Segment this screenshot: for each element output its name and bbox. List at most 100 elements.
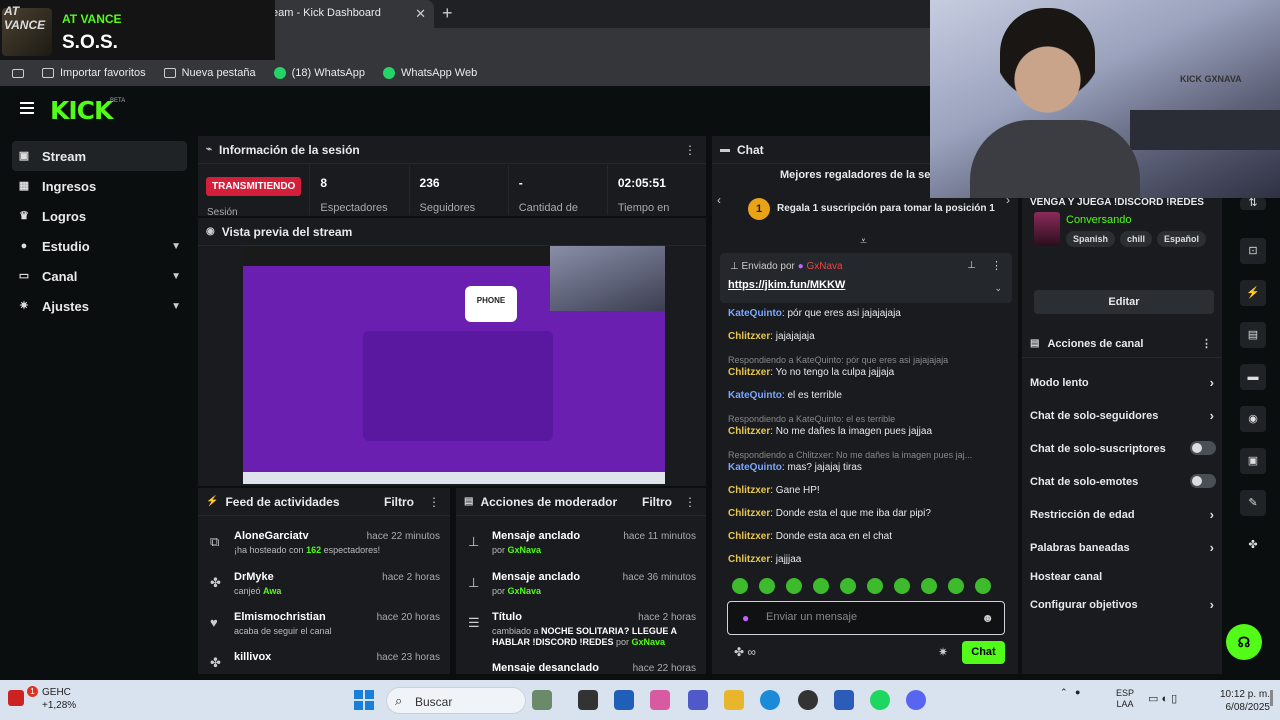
bookmark-whatsapp-web[interactable]: WhatsApp Web — [382, 67, 477, 79]
clock[interactable]: 10:12 p. m. 6/08/2025 — [1210, 688, 1270, 714]
browser-tab[interactable]: eam - Kick Dashboard ✕ — [262, 0, 434, 28]
chat-username[interactable]: Chlitzxer — [728, 531, 770, 542]
mod-filter-button[interactable]: Filtro — [642, 495, 672, 509]
chat-username[interactable]: KateQuinto — [728, 462, 782, 473]
emote-icon[interactable] — [948, 578, 964, 594]
stream-category[interactable]: Conversando — [1066, 214, 1131, 226]
more-options-icon[interactable]: ⋮ — [684, 495, 696, 509]
toggle-switch[interactable] — [1190, 441, 1216, 455]
start-button[interactable] — [354, 690, 374, 710]
chevron-down-icon[interactable]: ⌄ — [994, 283, 1002, 294]
wrench-icon[interactable]: ✎ — [1240, 490, 1266, 516]
chat-settings-icon[interactable]: ✷ — [938, 645, 948, 659]
taskbar-search[interactable]: ⌕ Buscar — [386, 687, 526, 714]
spotify-icon[interactable] — [870, 690, 890, 710]
teams-icon[interactable] — [688, 690, 708, 710]
channel-action-6[interactable]: Hostear canal — [1030, 571, 1218, 583]
reply-reference[interactable]: Respondiendo a KateQuinto: el es terribl… — [728, 413, 1010, 425]
emote-icon[interactable] — [759, 578, 775, 594]
show-desktop[interactable] — [1270, 690, 1273, 706]
send-chat-button[interactable]: Chat — [962, 641, 1005, 664]
support-button[interactable]: ☊ — [1226, 624, 1262, 660]
emote-icon[interactable] — [813, 578, 829, 594]
sidebar-item-estudio[interactable]: ● Estudio ▼ — [12, 231, 187, 261]
task-view-icon[interactable] — [578, 690, 598, 710]
toggle-switch[interactable] — [1190, 474, 1216, 488]
system-tray[interactable]: ⌃ ● — [1060, 686, 1080, 698]
channel-action-3[interactable]: Chat de solo-emotes — [1030, 474, 1218, 488]
channel-action-0[interactable]: Modo lento › — [1030, 375, 1218, 390]
sidebar-item-stream[interactable]: ▣ Stream — [12, 141, 187, 171]
channel-action-5[interactable]: Palabras baneadas › — [1030, 540, 1218, 555]
edge-icon[interactable] — [760, 690, 780, 710]
discord-icon[interactable] — [906, 690, 926, 710]
file-explorer-icon[interactable] — [724, 690, 744, 710]
new-tab-icon[interactable]: + — [442, 3, 453, 24]
stock-widget[interactable]: GEHC +1,28% — [42, 686, 76, 712]
chevron-left-icon[interactable]: ‹ — [717, 193, 721, 207]
edit-stream-button[interactable]: Editar — [1034, 290, 1214, 314]
bookmark-whatsapp-18[interactable]: (18) WhatsApp — [273, 67, 365, 79]
sidebar-item-canal[interactable]: ▭ Canal ▼ — [12, 261, 187, 291]
chat-input[interactable] — [766, 611, 966, 623]
broadcast-icon[interactable]: ◉ — [1240, 406, 1266, 432]
sidebar-item-ajustes[interactable]: ✷ Ajustes ▼ — [12, 291, 187, 321]
more-options-icon[interactable]: ⋮ — [684, 143, 696, 157]
emote-icon[interactable] — [894, 578, 910, 594]
close-tab-icon[interactable]: ✕ — [415, 6, 426, 22]
more-options-icon[interactable]: ⋮ — [428, 495, 440, 509]
kick-logo[interactable]: KICK — [50, 96, 113, 125]
chat-username[interactable]: Chlitzxer — [728, 331, 770, 342]
chat-username[interactable]: KateQuinto — [728, 308, 782, 319]
widget-icon[interactable]: ⇅ — [1240, 198, 1266, 210]
feed-filter-button[interactable]: Filtro — [384, 495, 414, 509]
points-icon[interactable]: ✤ — [1240, 532, 1266, 558]
store-icon[interactable] — [614, 690, 634, 710]
pin-icon[interactable]: ⊥ — [967, 260, 976, 271]
emote-icon[interactable] — [921, 578, 937, 594]
obs-icon[interactable] — [798, 690, 818, 710]
copilot-icon[interactable] — [650, 690, 670, 710]
network-volume-battery-icons[interactable]: ▭ ◐ ▯ — [1148, 692, 1177, 705]
collapse-icon[interactable]: ⩡ — [860, 234, 867, 249]
chat-username[interactable]: Chlitzxer — [728, 426, 770, 437]
stream-preview-video[interactable]: PHONE — [243, 246, 665, 484]
sidebar-item-logros[interactable]: ♛ Logros — [12, 201, 187, 231]
video-icon[interactable]: ▣ — [1240, 448, 1266, 474]
reply-reference[interactable]: Respondiendo a KateQuinto: pór que eres … — [728, 354, 1010, 366]
bolt-icon[interactable]: ⚡ — [1240, 280, 1266, 306]
list-icon[interactable]: ▤ — [1240, 322, 1266, 348]
app-icon[interactable] — [834, 690, 854, 710]
bookmark-new-tab[interactable]: Nueva pestaña — [163, 67, 256, 79]
emoji-icon[interactable]: ☻ — [981, 611, 994, 625]
pinned-link[interactable]: https://jkim.fun/MKKW — [728, 279, 845, 291]
reply-reference[interactable]: Respondiendo a Chlitzxer: No me dañes la… — [728, 449, 1010, 461]
channel-points-icon[interactable]: ✤ ∞ — [734, 645, 756, 659]
emote-icon[interactable] — [840, 578, 856, 594]
more-options-icon[interactable]: ⋮ — [1201, 337, 1212, 350]
bookmark-import[interactable]: Importar favoritos — [42, 67, 146, 79]
emote-icon[interactable] — [732, 578, 748, 594]
channel-action-4[interactable]: Restricción de edad › — [1030, 507, 1218, 522]
chat-username[interactable]: KateQuinto — [728, 390, 782, 401]
chat-username[interactable]: Chlitzxer — [728, 485, 770, 496]
mic-icon[interactable]: ● — [742, 611, 749, 625]
channel-action-2[interactable]: Chat de solo-suscriptores — [1030, 441, 1218, 455]
channel-action-7[interactable]: Configurar objetivos › — [1030, 597, 1218, 612]
emote-icon[interactable] — [975, 578, 991, 594]
gift-cta[interactable]: Regala 1 suscripción para tomar la posic… — [777, 203, 995, 214]
chat-username[interactable]: Chlitzxer — [728, 367, 770, 378]
language-indicator[interactable]: ESP LAA — [1116, 688, 1134, 710]
sidebar-item-ingresos[interactable]: ▦ Ingresos — [12, 171, 187, 201]
emote-icon[interactable] — [786, 578, 802, 594]
scan-icon[interactable]: ⊡ — [1240, 238, 1266, 264]
channel-action-1[interactable]: Chat de solo-seguidores › — [1030, 408, 1218, 423]
widgets-icon[interactable] — [532, 690, 552, 710]
more-options-icon[interactable]: ⋮ — [991, 259, 1002, 272]
chat-icon[interactable]: ▬ — [1240, 364, 1266, 390]
chat-username[interactable]: Chlitzxer — [728, 554, 770, 565]
sidebar-toggle-icon[interactable] — [12, 68, 24, 78]
emote-icon[interactable] — [867, 578, 883, 594]
menu-icon[interactable] — [20, 102, 34, 114]
chat-username[interactable]: Chlitzxer — [728, 508, 770, 519]
